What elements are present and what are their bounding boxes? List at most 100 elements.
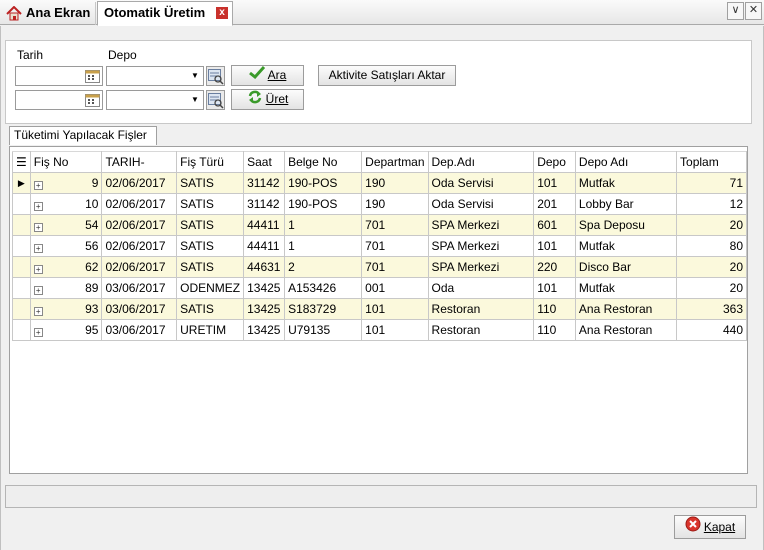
cell-toplam[interactable]: 20 [676,277,747,299]
cell-depo[interactable]: 201 [533,193,576,215]
cell-fis-no[interactable]: +9 [29,172,103,194]
cell-fis-no[interactable]: +89 [29,277,103,299]
cell-saat[interactable]: 31142 [243,172,286,194]
column-header[interactable]: Fiş Türü [176,151,245,173]
table-row[interactable]: ▶ +9 02/06/2017 SATIS 31142 190-POS 190 Oda Ser… [12,172,747,194]
expand-row-icon[interactable]: + [33,223,43,232]
cell-depo-adi[interactable]: Ana Restoran [574,319,678,341]
column-header[interactable]: Saat [243,151,286,173]
cell-dep-adi[interactable]: Oda Servisi [427,193,535,215]
cell-depo[interactable]: 101 [533,235,576,257]
row-indicator-icon[interactable]: ▶ [12,172,31,194]
cell-fis-no[interactable]: +62 [29,256,103,278]
tab-otomatik-uretim[interactable]: Otomatik Üretim x [97,1,233,26]
cell-fis-no[interactable]: +56 [29,235,103,257]
cell-dept[interactable]: 701 [361,235,429,257]
cell-belge[interactable]: 2 [284,256,363,278]
window-close-icon[interactable]: ✕ [745,2,762,20]
cell-tarih[interactable]: 03/06/2017 [101,277,178,299]
calendar-icon[interactable] [85,93,100,107]
row-indicator[interactable] [12,277,31,299]
cell-tarih[interactable]: 02/06/2017 [101,172,178,194]
table-row[interactable]: +10 02/06/2017 SATIS 31142 190-POS 190 Oda Ser… [12,193,747,215]
row-indicator[interactable] [12,298,31,320]
depot-combo-1[interactable]: ▼ [106,66,204,86]
cell-saat[interactable]: 13425 [243,319,286,341]
cell-dep-adi[interactable]: Oda [427,277,535,299]
cell-tarih[interactable]: 03/06/2017 [101,319,178,341]
row-indicator[interactable] [12,214,31,236]
cell-belge[interactable]: U79135 [284,319,363,341]
column-header[interactable]: Departman [361,151,429,173]
depot-combo-2[interactable]: ▼ [106,90,204,110]
tab-close-icon[interactable]: x [216,7,228,19]
cell-dep-adi[interactable]: SPA Merkezi [427,256,535,278]
cell-depo[interactable]: 110 [533,319,576,341]
depot-lookup-button-1[interactable] [206,66,225,86]
dropdown-arrow-icon[interactable]: ▼ [188,68,202,84]
expand-row-icon[interactable]: + [33,244,43,253]
cell-saat[interactable]: 44411 [243,214,286,236]
cell-tarih[interactable]: 02/06/2017 [101,235,178,257]
table-row[interactable]: +89 03/06/2017 ODENMEZ 13425 A153426 001 Oda 10… [12,277,747,299]
cell-fis-no[interactable]: +95 [29,319,103,341]
cell-depo[interactable]: 601 [533,214,576,236]
date-field-2[interactable] [15,90,103,110]
cell-depo-adi[interactable]: Mutfak [574,235,678,257]
cell-belge[interactable]: 1 [284,235,363,257]
expand-row-icon[interactable]: + [33,202,43,211]
cell-saat[interactable]: 13425 [243,277,286,299]
cell-toplam[interactable]: 20 [676,256,747,278]
table-row[interactable]: +54 02/06/2017 SATIS 44411 1 701 SPA Merkezi 60… [12,214,747,236]
row-indicator[interactable] [12,235,31,257]
table-row[interactable]: +56 02/06/2017 SATIS 44411 1 701 SPA Merkezi 10… [12,235,747,257]
row-indicator[interactable] [12,319,31,341]
expand-row-icon[interactable]: + [33,181,43,190]
expand-row-icon[interactable]: + [33,328,43,337]
cell-toplam[interactable]: 12 [676,193,747,215]
cell-toplam[interactable]: 20 [676,214,747,236]
dropdown-arrow-icon[interactable]: ▼ [188,92,202,108]
column-header[interactable]: Toplam [676,151,747,173]
cell-tur[interactable]: ODENMEZ [176,277,245,299]
cell-dept[interactable]: 701 [361,214,429,236]
cell-tur[interactable]: SATIS [176,256,245,278]
cell-tur[interactable]: SATIS [176,193,245,215]
cell-depo-adi[interactable]: Mutfak [574,277,678,299]
cell-tur[interactable]: SATIS [176,235,245,257]
cell-belge[interactable]: 1 [284,214,363,236]
cell-belge[interactable]: A153426 [284,277,363,299]
cell-depo[interactable]: 110 [533,298,576,320]
column-header[interactable]: Depo [533,151,576,173]
expand-row-icon[interactable]: + [33,286,43,295]
cell-dep-adi[interactable]: Restoran [427,298,535,320]
cell-toplam[interactable]: 71 [676,172,747,194]
cell-tarih[interactable]: 02/06/2017 [101,214,178,236]
cell-dept[interactable]: 101 [361,298,429,320]
cell-saat[interactable]: 44411 [243,235,286,257]
column-header[interactable]: Belge No [284,151,363,173]
cell-dep-adi[interactable]: Oda Servisi [427,172,535,194]
cell-dept[interactable]: 101 [361,319,429,341]
cell-depo[interactable]: 220 [533,256,576,278]
cell-toplam[interactable]: 440 [676,319,747,341]
cell-dept[interactable]: 190 [361,172,429,194]
cell-toplam[interactable]: 363 [676,298,747,320]
cell-tur[interactable]: SATIS [176,298,245,320]
cell-tarih[interactable]: 03/06/2017 [101,298,178,320]
close-button[interactable]: Kapat [674,515,746,539]
column-chooser-icon[interactable]: ☰ [12,151,31,173]
column-header[interactable]: Depo Adı [574,151,678,173]
cell-toplam[interactable]: 80 [676,235,747,257]
table-row[interactable]: +62 02/06/2017 SATIS 44631 2 701 SPA Merkezi 22… [12,256,747,278]
cell-belge[interactable]: S183729 [284,298,363,320]
column-header[interactable]: Dep.Adı [427,151,535,173]
row-indicator[interactable] [12,256,31,278]
tab-list-dropdown-icon[interactable]: ∨ [727,2,744,20]
cell-dep-adi[interactable]: Restoran [427,319,535,341]
expand-row-icon[interactable]: + [33,307,43,316]
expand-row-icon[interactable]: + [33,265,43,274]
column-header[interactable]: TARIH- [101,151,178,173]
depot-lookup-button-2[interactable] [206,90,225,110]
cell-depo-adi[interactable]: Spa Deposu [574,214,678,236]
